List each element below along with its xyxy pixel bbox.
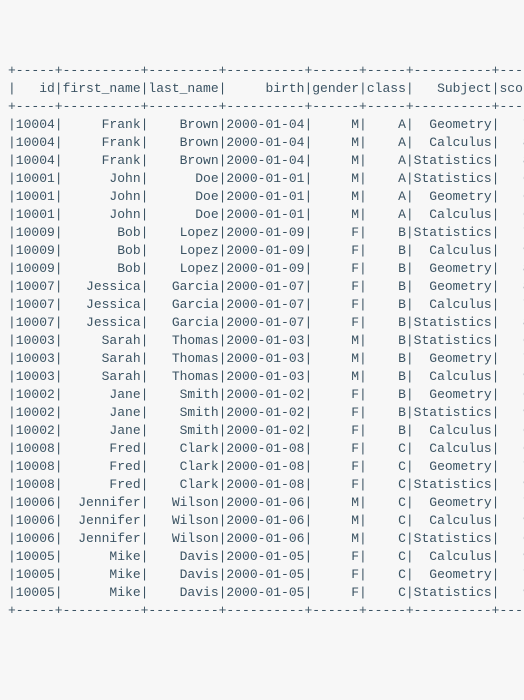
ascii-table: +-----+----------+---------+----------+-… (8, 62, 516, 620)
